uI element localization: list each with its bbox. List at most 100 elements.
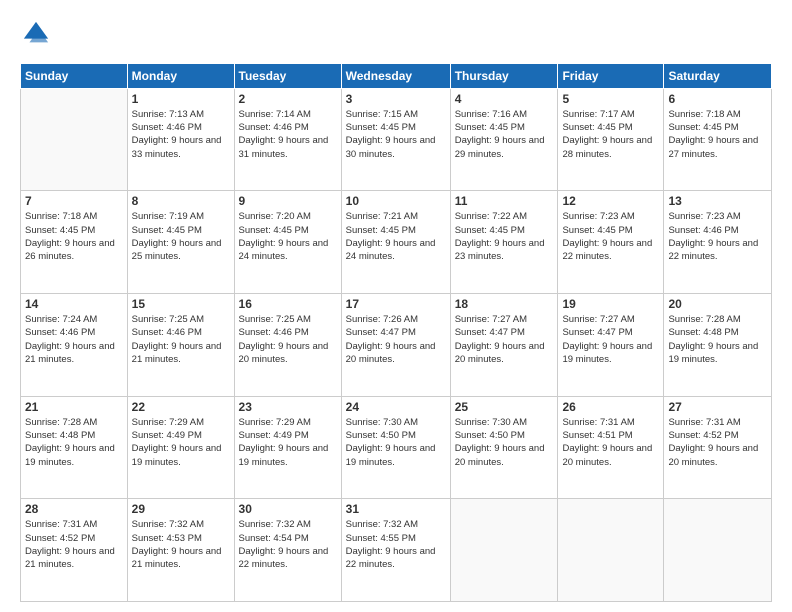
day-number: 9: [239, 194, 337, 208]
day-info: Sunrise: 7:20 AM Sunset: 4:45 PM Dayligh…: [239, 210, 337, 263]
calendar-week-3: 21 Sunrise: 7:28 AM Sunset: 4:48 PM Dayli…: [21, 396, 772, 499]
calendar-cell: 17 Sunrise: 7:26 AM Sunset: 4:47 PM Dayli…: [341, 294, 450, 397]
day-info: Sunrise: 7:31 AM Sunset: 4:51 PM Dayligh…: [562, 416, 659, 469]
day-number: 6: [668, 92, 767, 106]
day-number: 5: [562, 92, 659, 106]
calendar-cell: 27Sunrise: 7:31 AM Sunset: 4:52 PM Dayli…: [664, 396, 772, 499]
day-info: Sunrise: 7:27 AM Sunset: 4:47 PM Dayligh…: [455, 313, 554, 366]
day-number: 22: [132, 400, 230, 414]
day-number: 27: [668, 400, 767, 414]
calendar-cell: 3 Sunrise: 7:15 AM Sunset: 4:45 PM Daylig…: [341, 88, 450, 191]
day-number: 29: [132, 502, 230, 516]
calendar-cell: 7 Sunrise: 7:18 AM Sunset: 4:45 PM Daylig…: [21, 191, 128, 294]
day-info: Sunrise: 7:14 AM Sunset: 4:46 PM Dayligh…: [239, 108, 337, 161]
calendar-cell: 22 Sunrise: 7:29 AM Sunset: 4:49 PM Dayli…: [127, 396, 234, 499]
page: SundayMondayTuesdayWednesdayThursdayFrid…: [0, 0, 792, 612]
day-info: Sunrise: 7:29 AM Sunset: 4:49 PM Dayligh…: [239, 416, 337, 469]
day-number: 7: [25, 194, 123, 208]
calendar-cell: 5 Sunrise: 7:17 AM Sunset: 4:45 PM Daylig…: [558, 88, 664, 191]
day-number: 30: [239, 502, 337, 516]
day-number: 19: [562, 297, 659, 311]
calendar-cell: 28Sunrise: 7:31 AM Sunset: 4:52 PM Dayli…: [21, 499, 128, 602]
calendar-dow-thursday: Thursday: [450, 63, 558, 88]
day-info: Sunrise: 7:19 AM Sunset: 4:45 PM Dayligh…: [132, 210, 230, 263]
logo-icon: [22, 20, 50, 48]
day-info: Sunrise: 7:17 AM Sunset: 4:45 PM Dayligh…: [562, 108, 659, 161]
day-info: Sunrise: 7:24 AM Sunset: 4:46 PM Dayligh…: [25, 313, 123, 366]
calendar-dow-sunday: Sunday: [21, 63, 128, 88]
day-number: 4: [455, 92, 554, 106]
header: [20, 16, 772, 53]
calendar-cell: 26 Sunrise: 7:31 AM Sunset: 4:51 PM Dayli…: [558, 396, 664, 499]
day-number: 13: [668, 194, 767, 208]
calendar-cell: [450, 499, 558, 602]
calendar-cell: 30 Sunrise: 7:32 AM Sunset: 4:54 PM Dayli…: [234, 499, 341, 602]
day-number: 26: [562, 400, 659, 414]
calendar-cell: 20 Sunrise: 7:28 AM Sunset: 4:48 PM Dayli…: [664, 294, 772, 397]
calendar-cell: 21 Sunrise: 7:28 AM Sunset: 4:48 PM Dayli…: [21, 396, 128, 499]
calendar-cell: 31 Sunrise: 7:32 AM Sunset: 4:55 PM Dayli…: [341, 499, 450, 602]
day-info: Sunrise: 7:30 AM Sunset: 4:50 PM Dayligh…: [346, 416, 446, 469]
calendar-cell: [664, 499, 772, 602]
calendar-cell: 11 Sunrise: 7:22 AM Sunset: 4:45 PM Dayli…: [450, 191, 558, 294]
day-info: Sunrise: 7:31 AM Sunset: 4:52 PM Dayligh…: [25, 518, 123, 571]
calendar-table: SundayMondayTuesdayWednesdayThursdayFrid…: [20, 63, 772, 602]
day-number: 23: [239, 400, 337, 414]
day-info: Sunrise: 7:23 AM Sunset: 4:45 PM Dayligh…: [562, 210, 659, 263]
day-info: Sunrise: 7:26 AM Sunset: 4:47 PM Dayligh…: [346, 313, 446, 366]
day-number: 8: [132, 194, 230, 208]
day-info: Sunrise: 7:22 AM Sunset: 4:45 PM Dayligh…: [455, 210, 554, 263]
day-info: Sunrise: 7:32 AM Sunset: 4:55 PM Dayligh…: [346, 518, 446, 571]
calendar-body: 1 Sunrise: 7:13 AM Sunset: 4:46 PM Daylig…: [21, 88, 772, 601]
day-info: Sunrise: 7:28 AM Sunset: 4:48 PM Dayligh…: [25, 416, 123, 469]
calendar-dow-friday: Friday: [558, 63, 664, 88]
day-number: 2: [239, 92, 337, 106]
day-info: Sunrise: 7:25 AM Sunset: 4:46 PM Dayligh…: [132, 313, 230, 366]
day-info: Sunrise: 7:16 AM Sunset: 4:45 PM Dayligh…: [455, 108, 554, 161]
calendar-header: SundayMondayTuesdayWednesdayThursdayFrid…: [21, 63, 772, 88]
day-info: Sunrise: 7:21 AM Sunset: 4:45 PM Dayligh…: [346, 210, 446, 263]
day-info: Sunrise: 7:29 AM Sunset: 4:49 PM Dayligh…: [132, 416, 230, 469]
day-info: Sunrise: 7:18 AM Sunset: 4:45 PM Dayligh…: [668, 108, 767, 161]
day-number: 17: [346, 297, 446, 311]
day-number: 31: [346, 502, 446, 516]
calendar-cell: 10Sunrise: 7:21 AM Sunset: 4:45 PM Dayli…: [341, 191, 450, 294]
calendar-cell: 9 Sunrise: 7:20 AM Sunset: 4:45 PM Daylig…: [234, 191, 341, 294]
day-number: 25: [455, 400, 554, 414]
day-info: Sunrise: 7:23 AM Sunset: 4:46 PM Dayligh…: [668, 210, 767, 263]
day-info: Sunrise: 7:32 AM Sunset: 4:54 PM Dayligh…: [239, 518, 337, 571]
calendar-cell: 16Sunrise: 7:25 AM Sunset: 4:46 PM Dayli…: [234, 294, 341, 397]
day-number: 3: [346, 92, 446, 106]
day-number: 24: [346, 400, 446, 414]
day-number: 1: [132, 92, 230, 106]
day-info: Sunrise: 7:15 AM Sunset: 4:45 PM Dayligh…: [346, 108, 446, 161]
calendar-dow-saturday: Saturday: [664, 63, 772, 88]
logo: [20, 20, 50, 53]
calendar-cell: 8 Sunrise: 7:19 AM Sunset: 4:45 PM Daylig…: [127, 191, 234, 294]
day-info: Sunrise: 7:13 AM Sunset: 4:46 PM Dayligh…: [132, 108, 230, 161]
calendar-header-row: SundayMondayTuesdayWednesdayThursdayFrid…: [21, 63, 772, 88]
calendar-dow-tuesday: Tuesday: [234, 63, 341, 88]
calendar-dow-wednesday: Wednesday: [341, 63, 450, 88]
day-number: 21: [25, 400, 123, 414]
day-number: 18: [455, 297, 554, 311]
calendar-cell: 25 Sunrise: 7:30 AM Sunset: 4:50 PM Dayli…: [450, 396, 558, 499]
calendar-cell: 12 Sunrise: 7:23 AM Sunset: 4:45 PM Dayli…: [558, 191, 664, 294]
day-number: 15: [132, 297, 230, 311]
calendar-cell: 29Sunrise: 7:32 AM Sunset: 4:53 PM Dayli…: [127, 499, 234, 602]
calendar-week-1: 7 Sunrise: 7:18 AM Sunset: 4:45 PM Daylig…: [21, 191, 772, 294]
calendar-cell: 2 Sunrise: 7:14 AM Sunset: 4:46 PM Daylig…: [234, 88, 341, 191]
calendar-cell: 14Sunrise: 7:24 AM Sunset: 4:46 PM Dayli…: [21, 294, 128, 397]
calendar-dow-monday: Monday: [127, 63, 234, 88]
day-info: Sunrise: 7:18 AM Sunset: 4:45 PM Dayligh…: [25, 210, 123, 263]
day-number: 11: [455, 194, 554, 208]
calendar-cell: [558, 499, 664, 602]
day-info: Sunrise: 7:28 AM Sunset: 4:48 PM Dayligh…: [668, 313, 767, 366]
calendar-cell: 1 Sunrise: 7:13 AM Sunset: 4:46 PM Daylig…: [127, 88, 234, 191]
day-number: 20: [668, 297, 767, 311]
calendar-cell: 19Sunrise: 7:27 AM Sunset: 4:47 PM Dayli…: [558, 294, 664, 397]
day-info: Sunrise: 7:30 AM Sunset: 4:50 PM Dayligh…: [455, 416, 554, 469]
day-number: 12: [562, 194, 659, 208]
day-info: Sunrise: 7:25 AM Sunset: 4:46 PM Dayligh…: [239, 313, 337, 366]
calendar-week-2: 14Sunrise: 7:24 AM Sunset: 4:46 PM Dayli…: [21, 294, 772, 397]
